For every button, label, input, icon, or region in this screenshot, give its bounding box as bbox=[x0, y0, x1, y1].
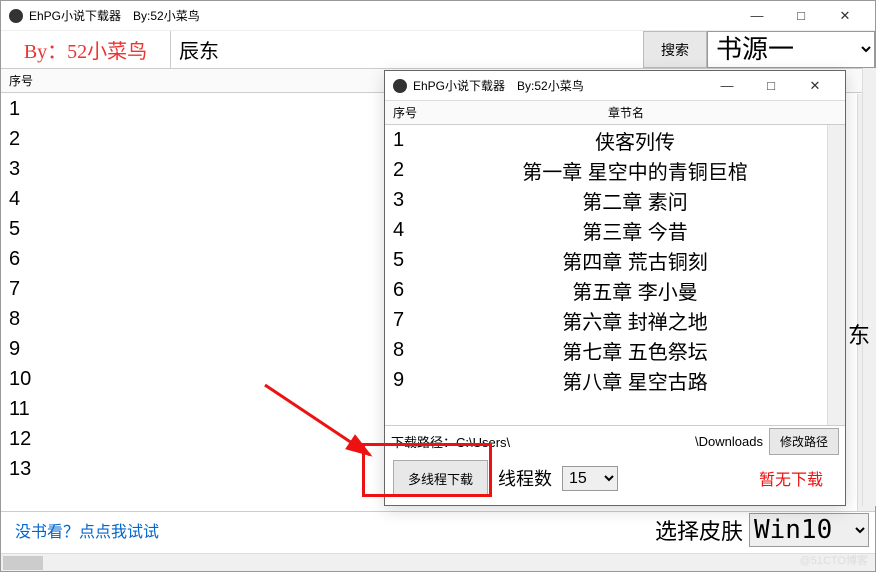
col-index: 序号 bbox=[385, 101, 425, 124]
maximize-button[interactable]: □ bbox=[779, 2, 823, 30]
row-index: 5 bbox=[1, 218, 61, 241]
change-path-button[interactable]: 修改路径 bbox=[769, 428, 839, 455]
row-chaptername: 第一章 星空中的青铜巨棺 bbox=[425, 156, 845, 185]
row-index: 2 bbox=[385, 159, 425, 182]
row-index: 5 bbox=[385, 249, 425, 272]
row-index: 1 bbox=[1, 98, 61, 121]
author-label: By：52小菜鸟 bbox=[1, 31, 171, 68]
multithread-download-button[interactable]: 多线程下载 bbox=[393, 460, 488, 497]
child-titlebar[interactable]: EhPG小说下载器 By:52小菜鸟 — □ ✕ bbox=[385, 71, 845, 101]
row-chaptername: 第八章 星空古路 bbox=[425, 366, 845, 395]
clipped-text: 东 bbox=[848, 318, 870, 350]
table-row[interactable]: 8第七章 五色祭坛 bbox=[385, 335, 845, 365]
no-download-status: 暂无下载 bbox=[759, 466, 823, 490]
table-row[interactable]: 3第二章 素问 bbox=[385, 185, 845, 215]
row-index: 8 bbox=[385, 339, 425, 362]
table-row[interactable]: 1侠客列传 bbox=[385, 125, 845, 155]
row-index: 11 bbox=[1, 398, 61, 421]
table-row[interactable]: 2第一章 星空中的青铜巨棺 bbox=[385, 155, 845, 185]
thread-count-label: 线程数 bbox=[498, 465, 552, 491]
row-index: 2 bbox=[1, 128, 61, 151]
chapter-bottom-panel: 下载路径：C:\Users\ \Downloads 修改路径 多线程下载 线程数… bbox=[385, 425, 845, 500]
search-button[interactable]: 搜索 bbox=[643, 31, 707, 68]
child-title: EhPG小说下载器 By:52小菜鸟 bbox=[413, 77, 705, 94]
source-select[interactable]: 书源一 bbox=[707, 31, 875, 68]
scroll-thumb[interactable] bbox=[3, 556, 43, 570]
maximize-button[interactable]: □ bbox=[749, 72, 793, 100]
row-chaptername: 第二章 素问 bbox=[425, 186, 845, 215]
row-index: 4 bbox=[1, 188, 61, 211]
row-index: 8 bbox=[1, 308, 61, 331]
thread-count-select[interactable]: 15 bbox=[562, 466, 618, 491]
app-icon bbox=[9, 9, 23, 23]
close-button[interactable]: ✕ bbox=[823, 2, 867, 30]
download-path-label: 下载路径：C:\Users\ bbox=[391, 432, 510, 451]
row-index: 9 bbox=[1, 338, 61, 361]
col-index: 序号 bbox=[1, 69, 61, 92]
row-index: 6 bbox=[1, 248, 61, 271]
footer-bar: 没书看？点点我试试 选择皮肤 Win10 bbox=[1, 511, 875, 547]
row-chaptername: 侠客列传 bbox=[425, 126, 845, 155]
chapter-scrollbar-v[interactable] bbox=[827, 125, 845, 425]
main-scrollbar-h[interactable] bbox=[1, 553, 875, 571]
right-strip bbox=[862, 68, 876, 506]
row-index: 12 bbox=[1, 428, 61, 451]
minimize-button[interactable]: — bbox=[705, 72, 749, 100]
table-row[interactable]: 9第八章 星空古路 bbox=[385, 365, 845, 395]
table-row[interactable]: 4第三章 今昔 bbox=[385, 215, 845, 245]
skin-label: 选择皮肤 bbox=[655, 514, 743, 546]
row-chaptername: 第六章 封禅之地 bbox=[425, 306, 845, 335]
chapter-list[interactable]: 1侠客列传2第一章 星空中的青铜巨棺3第二章 素问4第三章 今昔5第四章 荒古铜… bbox=[385, 125, 845, 425]
table-row[interactable]: 5第四章 荒古铜刻 bbox=[385, 245, 845, 275]
child-window-controls: — □ ✕ bbox=[705, 72, 837, 100]
path-row: 下载路径：C:\Users\ \Downloads 修改路径 bbox=[385, 426, 845, 456]
row-chaptername: 第五章 李小曼 bbox=[425, 276, 845, 305]
row-index: 1 bbox=[385, 129, 425, 152]
row-chaptername: 第七章 五色祭坛 bbox=[425, 336, 845, 365]
row-index: 10 bbox=[1, 368, 61, 391]
row-index: 3 bbox=[1, 158, 61, 181]
app-icon bbox=[393, 79, 407, 93]
close-button[interactable]: ✕ bbox=[793, 72, 837, 100]
search-input[interactable] bbox=[171, 31, 643, 68]
download-row: 多线程下载 线程数 15 暂无下载 bbox=[385, 456, 845, 500]
watermark: @51CTO博客 bbox=[800, 552, 868, 568]
table-row[interactable]: 6第五章 李小曼 bbox=[385, 275, 845, 305]
download-path-tail: \Downloads bbox=[695, 434, 763, 449]
minimize-button[interactable]: — bbox=[735, 2, 779, 30]
row-chaptername: 第四章 荒古铜刻 bbox=[425, 246, 845, 275]
row-index: 6 bbox=[385, 279, 425, 302]
row-index: 7 bbox=[385, 309, 425, 332]
row-index: 3 bbox=[385, 189, 425, 212]
row-chaptername: 第三章 今昔 bbox=[425, 216, 845, 245]
table-row[interactable]: 7第六章 封禅之地 bbox=[385, 305, 845, 335]
main-window-controls: — □ ✕ bbox=[735, 2, 867, 30]
row-index: 9 bbox=[385, 369, 425, 392]
chapter-table-header: 序号 章节名 bbox=[385, 101, 845, 125]
main-title: EhPG小说下载器 By:52小菜鸟 bbox=[29, 7, 735, 24]
path-masked bbox=[516, 433, 689, 449]
row-index: 7 bbox=[1, 278, 61, 301]
chapter-window: EhPG小说下载器 By:52小菜鸟 — □ ✕ 序号 章节名 1侠客列传2第一… bbox=[384, 70, 846, 506]
try-link[interactable]: 没书看？点点我试试 bbox=[1, 518, 655, 542]
col-chaptername: 章节名 bbox=[425, 101, 827, 124]
main-titlebar[interactable]: EhPG小说下载器 By:52小菜鸟 — □ ✕ bbox=[1, 1, 875, 31]
row-index: 4 bbox=[385, 219, 425, 242]
skin-select[interactable]: Win10 bbox=[749, 513, 869, 547]
row-index: 13 bbox=[1, 458, 61, 481]
top-toolbar: By：52小菜鸟 搜索 书源一 bbox=[1, 31, 875, 69]
